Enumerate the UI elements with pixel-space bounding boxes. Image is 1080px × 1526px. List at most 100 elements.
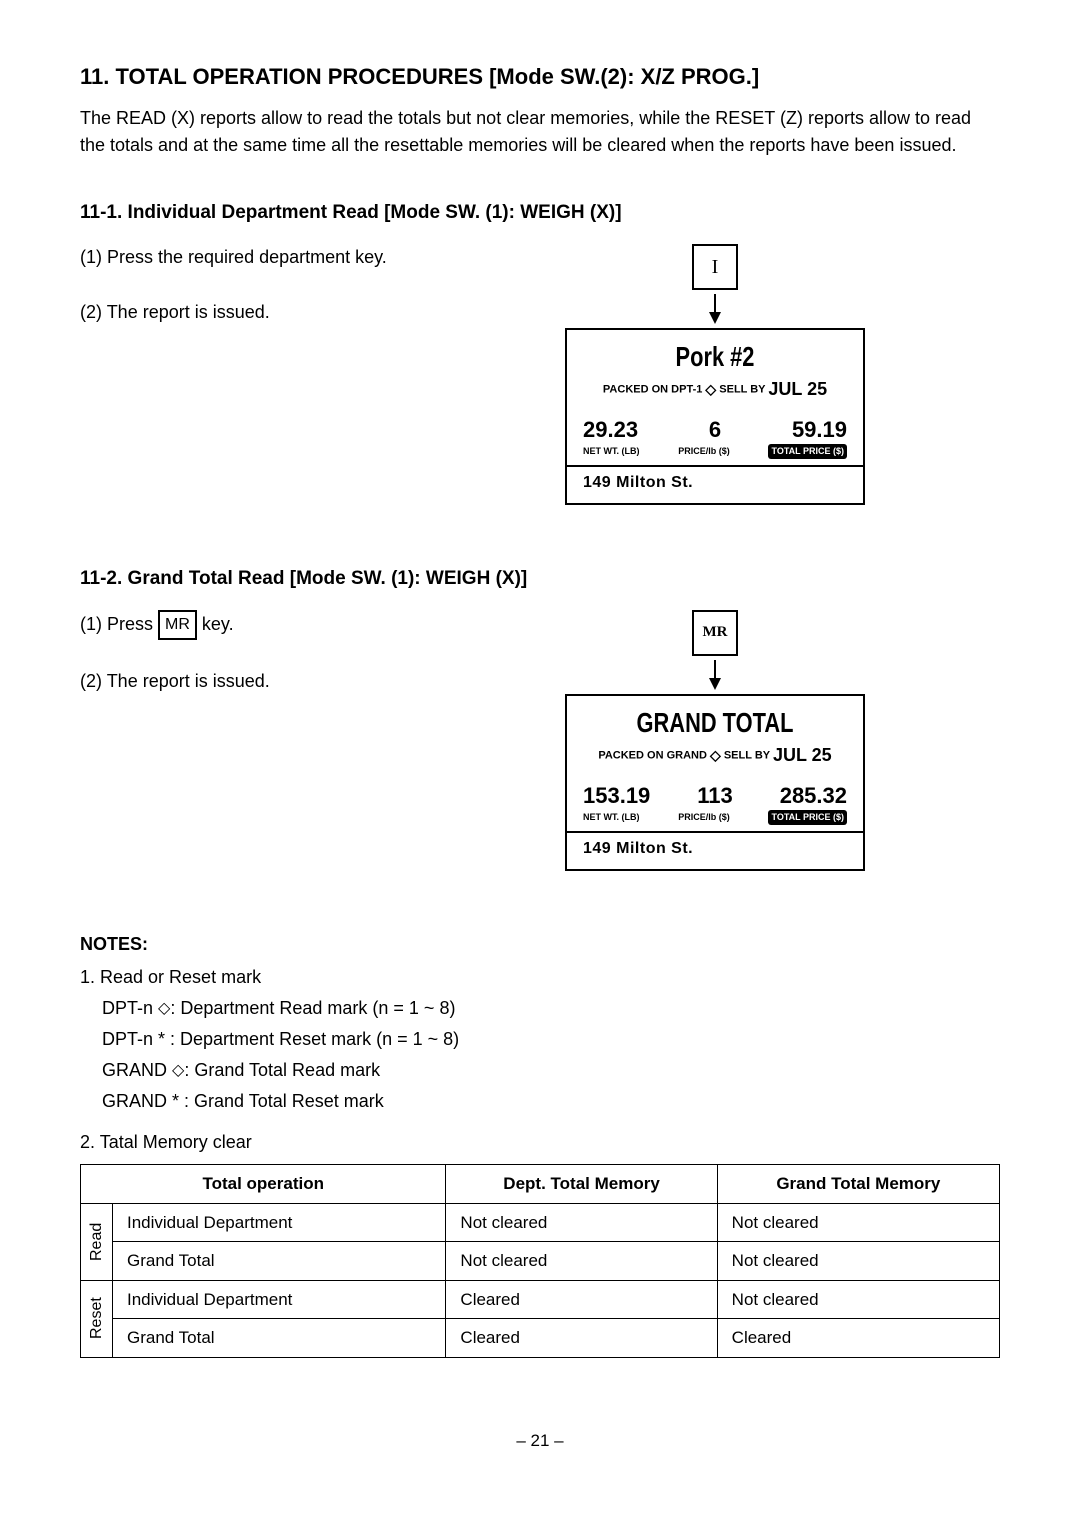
arrow-down-icon xyxy=(709,312,721,324)
receipt-date: JUL 25 xyxy=(768,379,827,399)
step-text-pre: Press xyxy=(107,613,158,633)
arrow-stem-icon xyxy=(714,660,716,678)
note-2: 2. Tatal Memory clear xyxy=(80,1129,1000,1156)
receipt-title: Pork #2 xyxy=(607,336,822,378)
value-count: 113 xyxy=(697,779,733,812)
note-1a: DPT-n ◇: Department Read mark (n = 1 ~ 8… xyxy=(80,995,1000,1022)
receipt-date: JUL 25 xyxy=(773,745,832,765)
step-text: The report is issued. xyxy=(107,302,270,322)
vheader-read: Read xyxy=(81,1203,113,1280)
diamond-icon: ◇ xyxy=(705,381,716,397)
step-2: (2) The report is issued. xyxy=(80,668,410,695)
receipt-diagram-dept: I Pork #2 PACKED ON DPT-1 ◇ SELL BY JUL … xyxy=(565,244,865,506)
vheader-reset: Reset xyxy=(81,1280,113,1357)
label-sell-by: SELL BY xyxy=(724,749,770,761)
note-1c-pre: GRAND xyxy=(102,1060,172,1080)
notes-heading: NOTES: xyxy=(80,931,1000,958)
step-1: (1) Press MR key. xyxy=(80,610,410,640)
label-net-wt: NET WT. (LB) xyxy=(583,445,640,459)
receipt-dept: Pork #2 PACKED ON DPT-1 ◇ SELL BY JUL 25… xyxy=(565,328,865,506)
label-net-wt: NET WT. (LB) xyxy=(583,811,640,825)
step-marker: (2) xyxy=(80,671,107,691)
note-1: 1. Read or Reset mark xyxy=(80,964,1000,991)
receipt-values: 153.19 113 285.32 xyxy=(577,779,853,812)
note-1d: GRAND * : Grand Total Reset mark xyxy=(80,1088,1000,1115)
cell-dept: Not cleared xyxy=(446,1242,717,1281)
cell-op: Grand Total xyxy=(113,1319,446,1358)
subsection-11-1: 11-1. Individual Department Read [Mode S… xyxy=(80,199,1000,505)
value-count: 6 xyxy=(709,413,721,446)
receipt-address: 149 Milton St. xyxy=(577,467,853,495)
step-2: (2) The report is issued. xyxy=(80,299,410,326)
cell-op: Individual Department xyxy=(113,1203,446,1242)
notes-section: NOTES: 1. Read or Reset mark DPT-n ◇: De… xyxy=(80,931,1000,1358)
receipt-address: 149 Milton St. xyxy=(577,833,853,861)
arrow-down-icon xyxy=(709,678,721,690)
label-sell-by: SELL BY xyxy=(719,383,765,395)
subsection-11-2: 11-2. Grand Total Read [Mode SW. (1): WE… xyxy=(80,565,1000,871)
cell-dept: Cleared xyxy=(446,1319,717,1358)
cell-grand: Not cleared xyxy=(717,1280,999,1319)
subsection-heading: 11-1. Individual Department Read [Mode S… xyxy=(80,199,1000,228)
page-number: – 21 – xyxy=(80,1428,1000,1454)
label-price-lb: PRICE/lb ($) xyxy=(678,445,730,459)
note-1a-pre: DPT-n xyxy=(102,998,158,1018)
table-row: Read Individual Department Not cleared N… xyxy=(81,1203,1000,1242)
step-text-post: key. xyxy=(197,613,234,633)
memory-clear-table: Total operation Dept. Total Memory Grand… xyxy=(80,1164,1000,1358)
note-1c: GRAND ◇: Grand Total Read mark xyxy=(80,1057,1000,1084)
table-row: Reset Individual Department Cleared Not … xyxy=(81,1280,1000,1319)
label-total-price: TOTAL PRICE ($) xyxy=(768,444,847,460)
table-row: Grand Total Not cleared Not cleared xyxy=(81,1242,1000,1281)
receipt-title: GRAND TOTAL xyxy=(607,702,822,744)
arrow-stem-icon xyxy=(714,294,716,312)
receipt-subrow: PACKED ON DPT-1 ◇ SELL BY JUL 25 xyxy=(577,376,853,403)
dept-key-icon: I xyxy=(692,244,738,290)
diamond-icon: ◇ xyxy=(710,747,721,763)
cell-op: Individual Department xyxy=(113,1280,446,1319)
diamond-icon: ◇ xyxy=(158,997,170,1021)
step-1: (1) Press the required department key. xyxy=(80,244,410,271)
step-marker: (1) xyxy=(80,247,107,267)
receipt-subrow: PACKED ON GRAND ◇ SELL BY JUL 25 xyxy=(577,742,853,769)
intro-paragraph: The READ (X) reports allow to read the t… xyxy=(80,105,1000,159)
label-packed-on: PACKED ON xyxy=(603,383,668,395)
label-dept: DPT-1 xyxy=(671,383,702,395)
step-text: Press the required department key. xyxy=(107,247,387,267)
col-total-operation: Total operation xyxy=(81,1165,446,1204)
cell-dept: Not cleared xyxy=(446,1203,717,1242)
note-1c-post: : Grand Total Read mark xyxy=(184,1060,380,1080)
receipt-diagram-grand: MR GRAND TOTAL PACKED ON GRAND ◇ SELL BY… xyxy=(565,610,865,872)
col-grand-memory: Grand Total Memory xyxy=(717,1165,999,1204)
note-1a-post: : Department Read mark (n = 1 ~ 8) xyxy=(170,998,455,1018)
label-dept: GRAND xyxy=(667,749,707,761)
section-heading: 11. TOTAL OPERATION PROCEDURES [Mode SW.… xyxy=(80,60,1000,93)
value-weight: 29.23 xyxy=(583,413,638,446)
cell-grand: Not cleared xyxy=(717,1242,999,1281)
note-1b: DPT-n * : Department Reset mark (n = 1 ~… xyxy=(80,1026,1000,1053)
label-total-price: TOTAL PRICE ($) xyxy=(768,810,847,826)
diamond-icon: ◇ xyxy=(172,1059,184,1083)
receipt-labels: NET WT. (LB) PRICE/lb ($) TOTAL PRICE ($… xyxy=(577,810,853,826)
label-packed-on: PACKED ON xyxy=(598,749,663,761)
table-row: Grand Total Cleared Cleared xyxy=(81,1319,1000,1358)
step-text: The report is issued. xyxy=(107,671,270,691)
cell-grand: Not cleared xyxy=(717,1203,999,1242)
step-marker: (1) xyxy=(80,613,107,633)
table-header-row: Total operation Dept. Total Memory Grand… xyxy=(81,1165,1000,1204)
cell-op: Grand Total xyxy=(113,1242,446,1281)
receipt-labels: NET WT. (LB) PRICE/lb ($) TOTAL PRICE ($… xyxy=(577,444,853,460)
receipt-values: 29.23 6 59.19 xyxy=(577,413,853,446)
mr-key-inline: MR xyxy=(158,610,197,640)
cell-dept: Cleared xyxy=(446,1280,717,1319)
label-price-lb: PRICE/lb ($) xyxy=(678,811,730,825)
receipt-grand: GRAND TOTAL PACKED ON GRAND ◇ SELL BY JU… xyxy=(565,694,865,872)
subsection-heading: 11-2. Grand Total Read [Mode SW. (1): WE… xyxy=(80,565,1000,594)
mr-key-icon: MR xyxy=(692,610,738,656)
step-marker: (2) xyxy=(80,302,107,322)
cell-grand: Cleared xyxy=(717,1319,999,1358)
col-dept-memory: Dept. Total Memory xyxy=(446,1165,717,1204)
value-weight: 153.19 xyxy=(583,779,650,812)
value-price: 285.32 xyxy=(780,779,847,812)
value-price: 59.19 xyxy=(792,413,847,446)
